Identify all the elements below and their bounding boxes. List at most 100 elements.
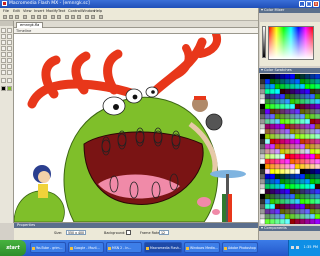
taskbar-item[interactable]: Google - Mozil...: [68, 242, 104, 253]
color-swatch[interactable]: [314, 143, 320, 150]
color-swatch[interactable]: [309, 173, 316, 180]
color-swatch[interactable]: [284, 198, 291, 205]
color-swatch[interactable]: [274, 78, 281, 85]
color-swatch[interactable]: [269, 98, 276, 105]
color-swatch[interactable]: [279, 208, 286, 215]
color-swatch[interactable]: [260, 168, 266, 175]
color-swatch[interactable]: [279, 158, 286, 165]
color-swatch[interactable]: [284, 74, 291, 80]
color-swatch[interactable]: [304, 198, 311, 205]
color-swatch[interactable]: [299, 93, 306, 100]
color-swatch[interactable]: [269, 128, 276, 135]
ink-bottle-tool-icon[interactable]: [1, 64, 6, 69]
color-swatch[interactable]: [264, 203, 271, 210]
color-swatch[interactable]: [274, 74, 281, 80]
color-swatch[interactable]: [314, 218, 320, 224]
color-swatch[interactable]: [304, 103, 311, 110]
smooth-icon[interactable]: [71, 15, 75, 19]
color-swatch[interactable]: [289, 113, 296, 120]
color-swatch[interactable]: [279, 103, 286, 110]
color-swatch[interactable]: [260, 88, 266, 95]
color-swatch[interactable]: [279, 183, 286, 190]
color-swatch[interactable]: [269, 123, 276, 130]
color-swatch[interactable]: [304, 218, 311, 224]
color-swatch[interactable]: [264, 138, 271, 145]
color-swatch[interactable]: [304, 153, 311, 160]
zoom-tool-icon[interactable]: [7, 78, 12, 83]
color-swatch[interactable]: [284, 103, 291, 110]
color-swatch[interactable]: [274, 83, 281, 90]
color-swatch[interactable]: [269, 88, 276, 95]
color-swatch[interactable]: [269, 188, 276, 195]
color-swatch[interactable]: [314, 153, 320, 160]
scale-icon[interactable]: [91, 15, 95, 19]
color-swatch[interactable]: [314, 83, 320, 90]
color-swatch[interactable]: [279, 218, 286, 224]
color-swatch[interactable]: [269, 103, 276, 110]
color-swatch[interactable]: [299, 143, 306, 150]
color-swatch[interactable]: [284, 138, 291, 145]
color-swatch[interactable]: [274, 168, 281, 175]
color-swatch[interactable]: [274, 188, 281, 195]
color-swatch[interactable]: [279, 138, 286, 145]
color-swatch[interactable]: [279, 83, 286, 90]
color-swatch[interactable]: [314, 213, 320, 220]
color-swatch[interactable]: [314, 93, 320, 100]
color-swatch[interactable]: [304, 213, 311, 220]
color-spectrum[interactable]: [268, 26, 314, 60]
color-swatch[interactable]: [279, 148, 286, 155]
color-swatch[interactable]: [269, 113, 276, 120]
color-swatch[interactable]: [309, 74, 316, 80]
color-swatch[interactable]: [289, 183, 296, 190]
tray-volume-icon[interactable]: [296, 246, 299, 249]
pen-tool-icon[interactable]: [1, 40, 6, 45]
color-swatch[interactable]: [304, 83, 311, 90]
color-swatch[interactable]: [294, 198, 301, 205]
components-header[interactable]: Components: [259, 226, 320, 231]
color-swatch[interactable]: [289, 74, 296, 80]
color-swatch[interactable]: [264, 193, 271, 200]
color-swatch[interactable]: [299, 88, 306, 95]
color-swatch[interactable]: [309, 178, 316, 185]
color-swatch[interactable]: [299, 198, 306, 205]
color-swatch[interactable]: [304, 123, 311, 130]
color-swatch[interactable]: [299, 178, 306, 185]
color-swatch[interactable]: [289, 93, 296, 100]
undo-icon[interactable]: [51, 15, 55, 19]
cut-icon[interactable]: [31, 15, 35, 19]
color-swatch[interactable]: [274, 173, 281, 180]
color-swatch[interactable]: [299, 113, 306, 120]
color-swatch[interactable]: [264, 148, 271, 155]
color-swatch[interactable]: [314, 208, 320, 215]
color-swatch[interactable]: [279, 133, 286, 140]
color-swatch[interactable]: [279, 163, 286, 170]
color-swatch[interactable]: [274, 218, 281, 224]
color-swatch[interactable]: [289, 138, 296, 145]
color-swatch[interactable]: [299, 133, 306, 140]
color-swatch[interactable]: [289, 143, 296, 150]
color-swatch[interactable]: [294, 108, 301, 115]
color-swatch[interactable]: [299, 163, 306, 170]
color-swatch[interactable]: [289, 198, 296, 205]
color-swatch[interactable]: [309, 143, 316, 150]
color-swatch[interactable]: [269, 168, 276, 175]
color-swatch[interactable]: [264, 128, 271, 135]
color-swatch[interactable]: [299, 173, 306, 180]
menu-item-text[interactable]: Text: [58, 9, 65, 13]
menu-item-view[interactable]: View: [23, 9, 32, 13]
color-swatch[interactable]: [289, 133, 296, 140]
color-swatch[interactable]: [274, 128, 281, 135]
color-swatch[interactable]: [279, 203, 286, 210]
color-swatch[interactable]: [264, 143, 271, 150]
color-swatch[interactable]: [294, 153, 301, 160]
redo-icon[interactable]: [57, 15, 61, 19]
color-swatch[interactable]: [294, 118, 301, 125]
menu-item-insert[interactable]: Insert: [34, 9, 44, 13]
timeline-header[interactable]: Timeline: [16, 29, 31, 33]
color-swatch[interactable]: [274, 108, 281, 115]
color-swatch[interactable]: [274, 213, 281, 220]
print-icon[interactable]: [23, 15, 27, 19]
color-swatch[interactable]: [294, 178, 301, 185]
arrow-tool-icon[interactable]: [1, 28, 6, 33]
framerate-field[interactable]: 12: [159, 230, 169, 235]
